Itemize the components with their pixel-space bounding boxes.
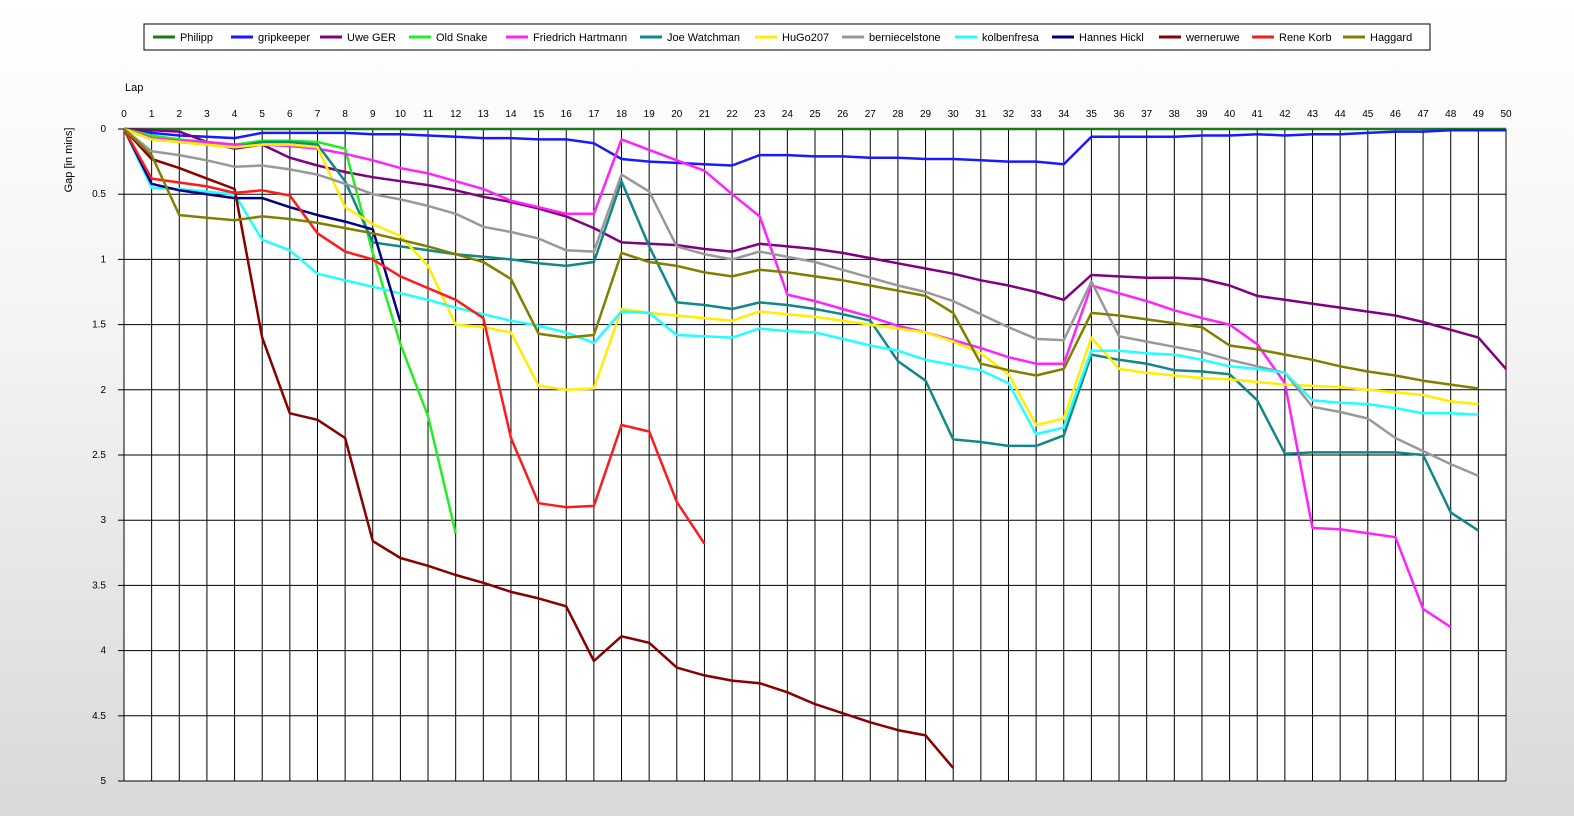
legend-label-joe-watchman: Joe Watchman xyxy=(667,32,740,44)
x-tick-label: 38 xyxy=(1169,109,1181,120)
x-tick-label: 19 xyxy=(644,109,656,120)
x-tick-label: 42 xyxy=(1279,109,1291,120)
x-tick-label: 35 xyxy=(1086,109,1098,120)
x-tick-label: 2 xyxy=(176,109,182,120)
x-tick-label: 41 xyxy=(1252,109,1264,120)
legend-label-uwe-ger: Uwe GER xyxy=(347,32,396,44)
x-tick-label: 12 xyxy=(450,109,462,120)
legend-label-rene-korb: Rene Korb xyxy=(1279,32,1332,44)
x-tick-label: 7 xyxy=(315,109,321,120)
x-tick-label: 27 xyxy=(865,109,877,120)
y-tick-label: 1.5 xyxy=(92,320,106,331)
y-tick-label: 2.5 xyxy=(92,450,106,461)
y-tick-label: 0 xyxy=(100,124,106,135)
x-tick-label: 26 xyxy=(837,109,849,120)
x-tick-label: 5 xyxy=(259,109,265,120)
x-tick-label: 47 xyxy=(1418,109,1430,120)
legend: Philipp gripkeeper Uwe GER Old Snake Friedri… xyxy=(143,23,1431,51)
x-tick-label: 40 xyxy=(1224,109,1236,120)
y-tick-label: 3 xyxy=(100,515,106,526)
x-tick-label: 3 xyxy=(204,109,210,120)
x-tick-label: 37 xyxy=(1141,109,1153,120)
lap-gap-chart: Philipp gripkeeper Uwe GER Old Snake Friedri… xyxy=(63,23,1512,787)
legend-label-hannes-hickl: Hannes Hickl xyxy=(1079,32,1144,44)
x-tick-label: 48 xyxy=(1445,109,1457,120)
x-tick-label: 39 xyxy=(1196,109,1208,120)
x-tick-label: 29 xyxy=(920,109,932,120)
x-tick-label: 18 xyxy=(616,109,628,120)
legend-label-philipp: Philipp xyxy=(180,32,213,44)
x-tick-label: 34 xyxy=(1058,109,1070,120)
x-tick-label: 24 xyxy=(782,109,794,120)
y-axis-label: Gap [in mins] xyxy=(63,128,75,193)
x-tick-label: 44 xyxy=(1335,109,1347,120)
x-tick-label: 31 xyxy=(975,109,987,120)
x-tick-label: 45 xyxy=(1362,109,1374,120)
legend-label-friedrich-hartmann: Friedrich Hartmann xyxy=(533,32,627,44)
legend-label-gripkeeper: gripkeeper xyxy=(258,32,310,44)
x-tick-label: 13 xyxy=(478,109,490,120)
y-tick-label: 2 xyxy=(100,385,106,396)
y-axis-ticks: 0 0.5 1 1.5 2 2.5 3 3.5 4 4.5 5 xyxy=(92,124,124,787)
x-axis-label: Lap xyxy=(125,82,143,94)
x-tick-label: 8 xyxy=(342,109,348,120)
x-tick-label: 20 xyxy=(671,109,683,120)
x-tick-label: 22 xyxy=(727,109,739,120)
x-tick-label: 14 xyxy=(505,109,517,120)
x-tick-label: 50 xyxy=(1500,109,1512,120)
x-tick-label: 49 xyxy=(1473,109,1485,120)
x-tick-label: 46 xyxy=(1390,109,1402,120)
x-tick-label: 25 xyxy=(809,109,821,120)
legend-label-old-snake: Old Snake xyxy=(436,32,487,44)
x-tick-label: 28 xyxy=(892,109,904,120)
y-tick-label: 4 xyxy=(100,646,106,657)
x-tick-label: 9 xyxy=(370,109,376,120)
legend-label-haggard: Haggard xyxy=(1370,32,1412,44)
x-tick-label: 6 xyxy=(287,109,293,120)
y-tick-label: 3.5 xyxy=(92,580,106,591)
x-tick-label: 21 xyxy=(699,109,711,120)
legend-label-berniecelstone: berniecelstone xyxy=(869,32,941,44)
y-tick-label: 5 xyxy=(100,776,106,787)
y-tick-label: 4.5 xyxy=(92,711,106,722)
x-tick-label: 4 xyxy=(232,109,238,120)
legend-label-werneruwe: werneruwe xyxy=(1185,32,1240,44)
legend-label-kolbenfresa: kolbenfresa xyxy=(982,32,1040,44)
y-tick-label: 1 xyxy=(100,254,106,265)
x-tick-label: 23 xyxy=(754,109,766,120)
x-tick-label: 10 xyxy=(395,109,407,120)
x-tick-label: 33 xyxy=(1031,109,1043,120)
x-tick-label: 36 xyxy=(1113,109,1125,120)
x-tick-label: 11 xyxy=(423,109,434,120)
x-tick-label: 0 xyxy=(121,109,127,120)
x-tick-label: 43 xyxy=(1307,109,1319,120)
x-tick-label: 17 xyxy=(588,109,600,120)
x-tick-label: 32 xyxy=(1003,109,1015,120)
x-tick-label: 15 xyxy=(533,109,545,120)
x-tick-label: 1 xyxy=(149,109,155,120)
legend-label-hugo207: HuGo207 xyxy=(782,32,829,44)
x-axis-ticks: 0 1 2 3 4 5 6 7 8 9 10 11 12 13 14 15 16 17 18 19 20 21 22 23 24… xyxy=(121,109,1512,120)
x-tick-label: 30 xyxy=(948,109,960,120)
y-tick-label: 0.5 xyxy=(92,189,106,200)
x-tick-label: 16 xyxy=(561,109,573,120)
